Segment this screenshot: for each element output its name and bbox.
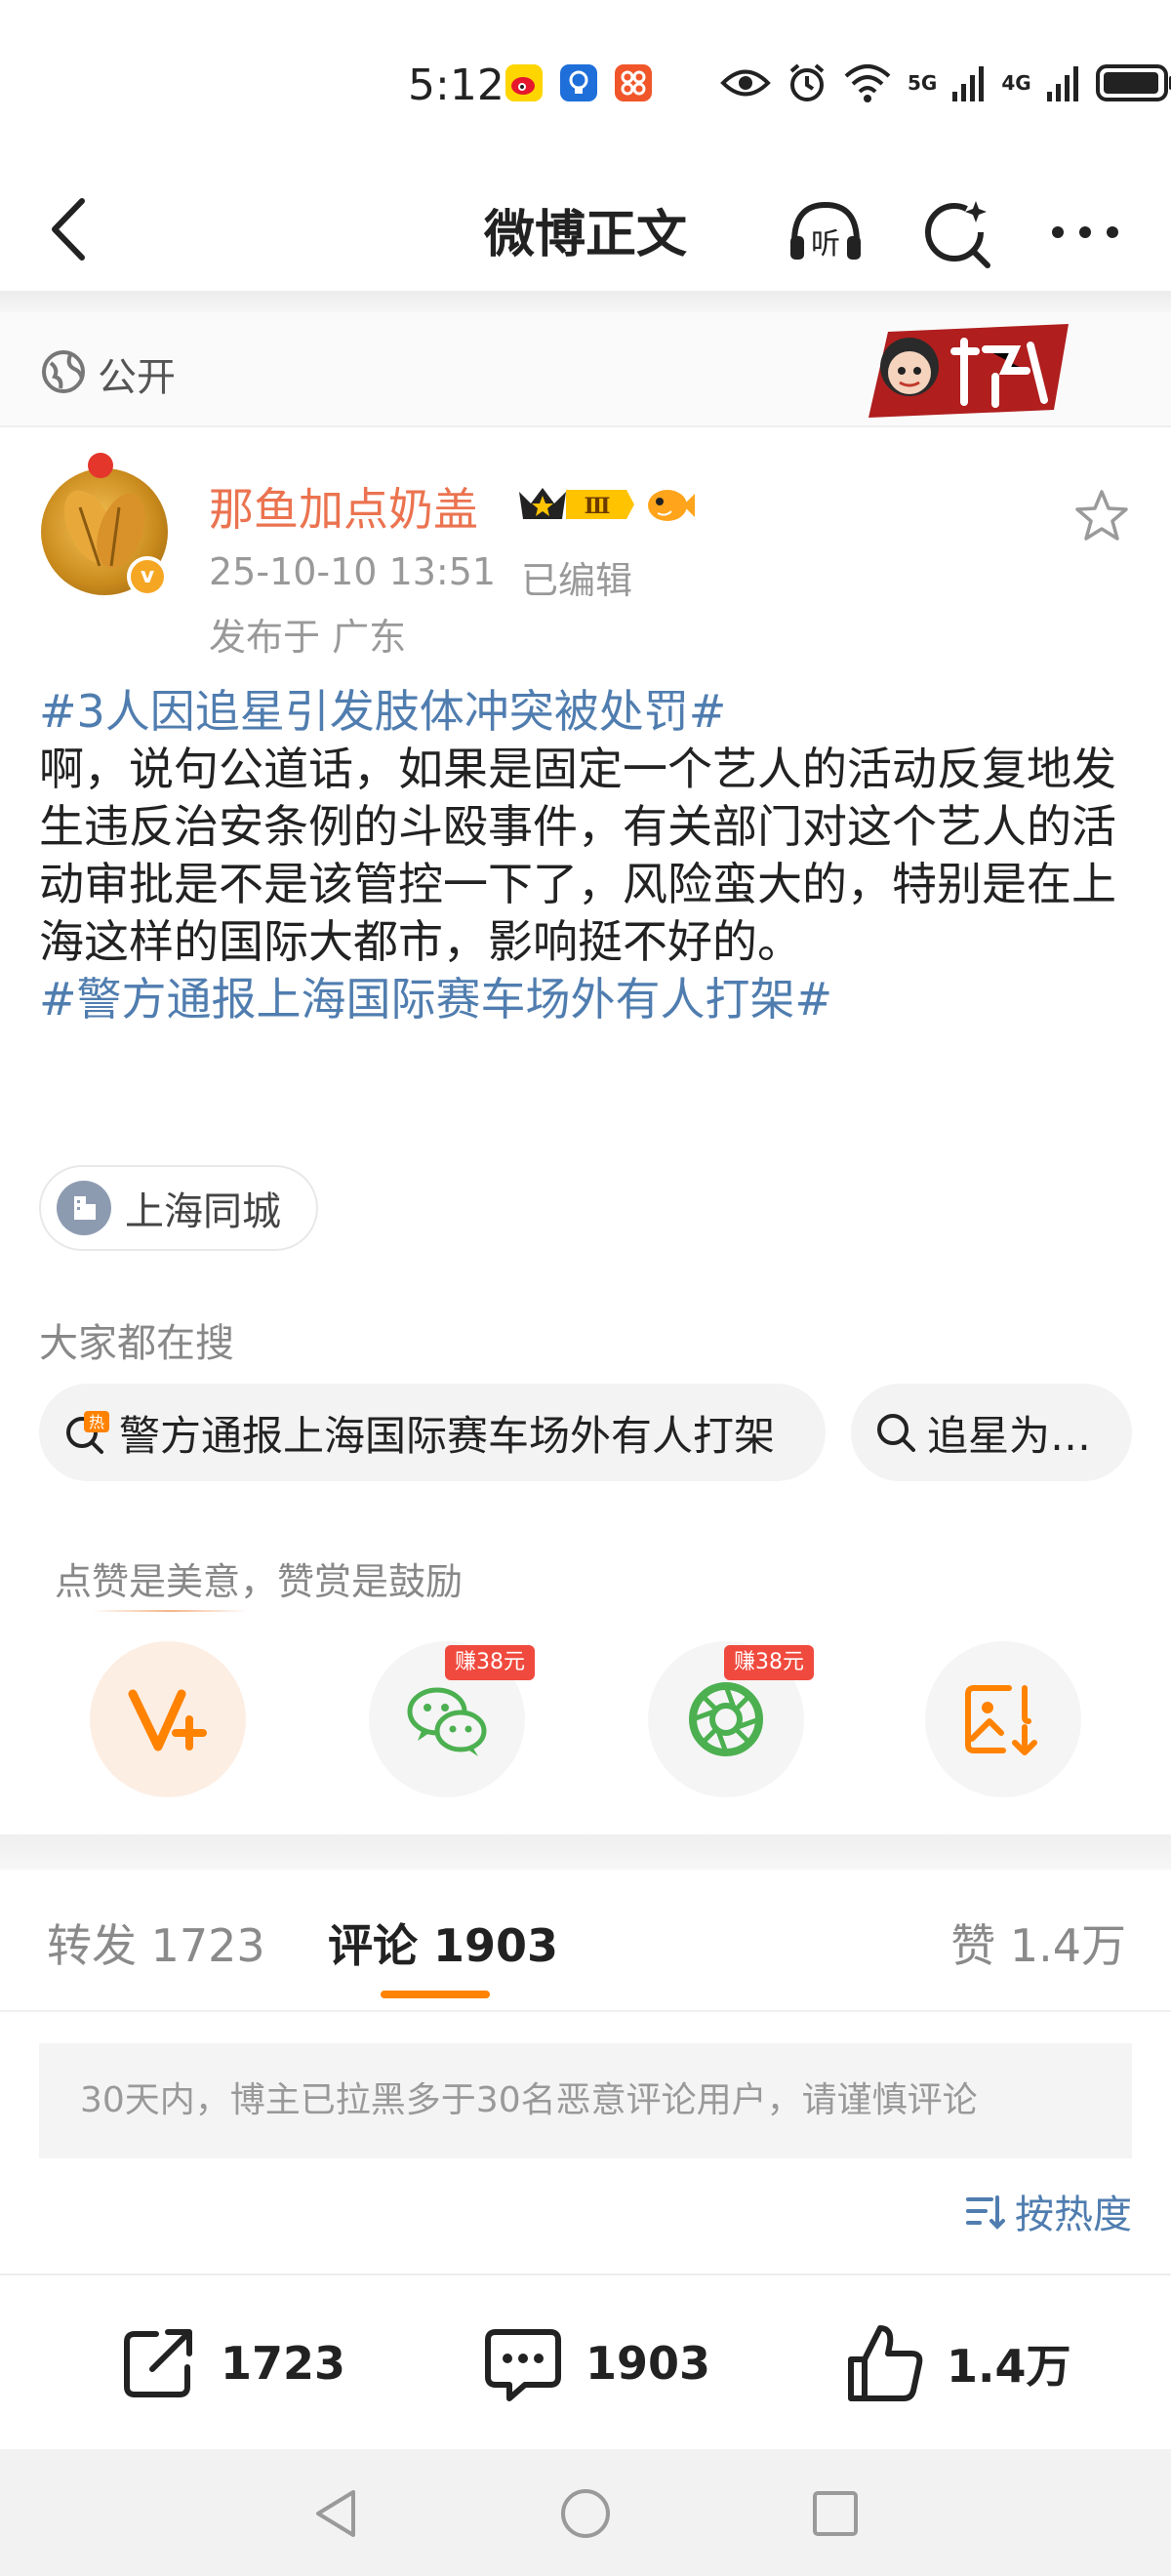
hashtag-link[interactable]: #警方通报上海国际赛车场外有人打架# xyxy=(39,971,1142,1028)
tab-comment[interactable]: 评论 1903 xyxy=(328,1911,558,1975)
earn-tag: 赚38元 xyxy=(724,1645,814,1680)
nav-recents-square-icon[interactable] xyxy=(808,2486,863,2541)
comment-button[interactable]: 1903 xyxy=(482,2324,710,2402)
network-label-2: 4G xyxy=(1001,71,1031,95)
star-icon[interactable] xyxy=(1073,488,1130,544)
alarm-icon xyxy=(789,63,825,101)
status-time: 5:12 xyxy=(408,60,505,110)
nav-home-circle-icon[interactable] xyxy=(558,2486,613,2541)
author-name[interactable]: 那鱼加点奶盖 xyxy=(209,474,478,539)
sort-button[interactable]: 按热度 xyxy=(964,2184,1132,2238)
post-time: 25-10-10 13:51 xyxy=(209,550,497,593)
location-chip[interactable]: 上海同城 xyxy=(39,1165,318,1251)
repost-count: 1723 xyxy=(221,2337,346,2390)
earn-tag: 赚38元 xyxy=(445,1645,535,1680)
search-section-title: 大家都在搜 xyxy=(39,1321,234,1366)
sort-icon xyxy=(966,2195,1005,2230)
save-image-button[interactable] xyxy=(925,1641,1081,1797)
vplus-icon xyxy=(128,1689,207,1751)
hot-search-icon: 热 xyxy=(66,1411,109,1454)
fish-icon xyxy=(648,490,695,521)
status-bar: 5:12 5G 4G xyxy=(0,0,1171,166)
post-location: 发布于 广东 xyxy=(209,616,407,659)
like-count: 1.4万 xyxy=(947,2340,1071,2393)
building-icon xyxy=(57,1181,111,1235)
search-icon xyxy=(877,1414,915,1452)
location-chip-label: 上海同城 xyxy=(125,1189,281,1234)
more-icon xyxy=(1052,226,1118,238)
battery-icon xyxy=(1095,64,1171,101)
reward-hint-underline xyxy=(92,1610,248,1612)
vip-level: Ⅲ xyxy=(585,494,611,519)
search-chip[interactable]: 追星为… xyxy=(851,1384,1132,1481)
reward-button[interactable] xyxy=(90,1641,246,1797)
visibility-row: 公开 xyxy=(0,312,1171,427)
like-button[interactable]: 1.4万 xyxy=(843,2324,1071,2402)
section-divider xyxy=(0,1834,1171,1870)
search-chip-label: 追星为… xyxy=(927,1411,1092,1460)
save-image-icon xyxy=(965,1685,1037,1755)
network-label-1: 5G xyxy=(908,71,938,95)
listen-label: 听 xyxy=(811,227,840,262)
reward-hint: 点赞是美意，赞赏是鼓励 xyxy=(55,1560,464,1603)
vip-crown-icon: Ⅲ xyxy=(519,488,634,519)
tab-like[interactable]: 赞 1.4万 xyxy=(950,1911,1126,1975)
signal-icon xyxy=(952,66,985,101)
hashtag-link[interactable]: #3人因追星引发肢体冲突被处罚# xyxy=(39,683,1142,741)
active-tab-indicator xyxy=(381,1991,490,1998)
card-decoration-icon xyxy=(868,324,1069,418)
search-ai-icon xyxy=(925,201,990,268)
grid-app-icon xyxy=(615,64,652,101)
thumbs-up-icon xyxy=(848,2325,923,2401)
listen-button[interactable]: 听 xyxy=(787,193,865,271)
eye-icon xyxy=(720,69,771,97)
signal-icon-2 xyxy=(1046,66,1078,101)
globe-icon xyxy=(42,350,85,393)
comment-notice: 30天内，博主已拉黑多于30名恶意评论用户，请谨慎评论 xyxy=(39,2043,1132,2158)
nav-bar: 微博正文 听 xyxy=(0,166,1171,293)
sort-label: 按热度 xyxy=(1015,2193,1132,2237)
comment-count: 1903 xyxy=(586,2337,711,2390)
moments-icon xyxy=(689,1682,763,1756)
nav-back-triangle-icon[interactable] xyxy=(308,2486,363,2541)
wifi-icon xyxy=(844,64,891,102)
status-icons: 5G 4G xyxy=(720,59,1171,107)
listen-icon: 听 xyxy=(790,201,861,262)
bulb-app-icon xyxy=(560,64,597,101)
verified-badge: v xyxy=(127,556,168,597)
search-chip-label: 警方通报上海国际赛车场外有人打架 xyxy=(119,1411,776,1460)
post-body: #3人因追星引发肢体冲突被处罚# 啊，说句公道话，如果是固定一个艺人的活动反复地… xyxy=(39,683,1142,1028)
repost-button[interactable]: 1723 xyxy=(117,2324,345,2402)
hot-tag: 热 xyxy=(89,1413,104,1431)
post-text: 啊，说句公道话，如果是固定一个艺人的活动反复地发生违反治安条例的斗殴事件，有关部… xyxy=(39,743,1116,968)
weibo-app-icon xyxy=(505,64,543,101)
more-button[interactable] xyxy=(1046,193,1124,271)
share-icon xyxy=(124,2329,192,2397)
comment-icon xyxy=(485,2329,561,2401)
tab-divider xyxy=(0,2010,1171,2012)
nav-shadow xyxy=(0,291,1171,312)
visibility-label: 公开 xyxy=(98,355,176,400)
tab-repost[interactable]: 转发 1723 xyxy=(47,1911,265,1975)
avatar-decoration xyxy=(88,453,113,478)
action-bar: 1723 1903 1.4万 xyxy=(0,2274,1171,2449)
search-button[interactable] xyxy=(919,193,997,271)
search-chip[interactable]: 热 警方通报上海国际赛车场外有人打架 xyxy=(39,1384,826,1481)
edited-label[interactable]: 已编辑 xyxy=(521,550,632,604)
wechat-icon xyxy=(407,1687,487,1756)
system-nav-bar xyxy=(0,2449,1171,2576)
